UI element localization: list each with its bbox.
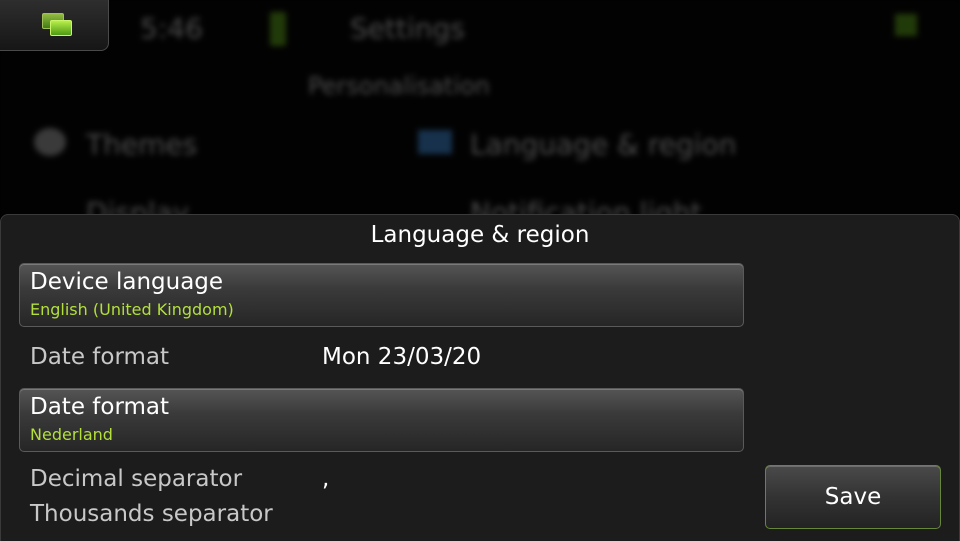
- dialog-title: Language & region: [370, 222, 590, 248]
- save-button[interactable]: Save: [765, 465, 941, 529]
- decimal-separator-label: Decimal separator: [30, 466, 243, 492]
- thousands-separator-label: Thousands separator: [30, 501, 273, 527]
- date-format-picker-label: Date format: [30, 394, 170, 420]
- device-language-picker[interactable]: Device language English (United Kingdom): [19, 263, 744, 327]
- task-switcher-button[interactable]: [0, 0, 109, 51]
- background-item-language: Language & region: [470, 128, 737, 161]
- decimal-separator-value: ,: [322, 466, 330, 492]
- language-icon: [418, 130, 452, 154]
- date-format-picker[interactable]: Date format Nederland: [19, 388, 744, 452]
- battery-icon: [270, 12, 286, 46]
- task-switcher-icon-front: [50, 20, 72, 36]
- date-format-picker-value: Nederland: [30, 425, 113, 444]
- close-icon: [895, 14, 917, 36]
- themes-icon: [34, 128, 66, 156]
- background-title: Settings: [350, 12, 465, 45]
- device-language-value: English (United Kingdom): [30, 300, 234, 319]
- background-section: Personalisation: [308, 72, 490, 100]
- background-item-themes: Themes: [86, 128, 198, 161]
- date-format-example: Mon 23/03/20: [322, 344, 482, 370]
- date-format-label: Date format: [30, 344, 170, 370]
- background-clock: 5:46: [140, 12, 203, 45]
- device-language-label: Device language: [30, 269, 224, 295]
